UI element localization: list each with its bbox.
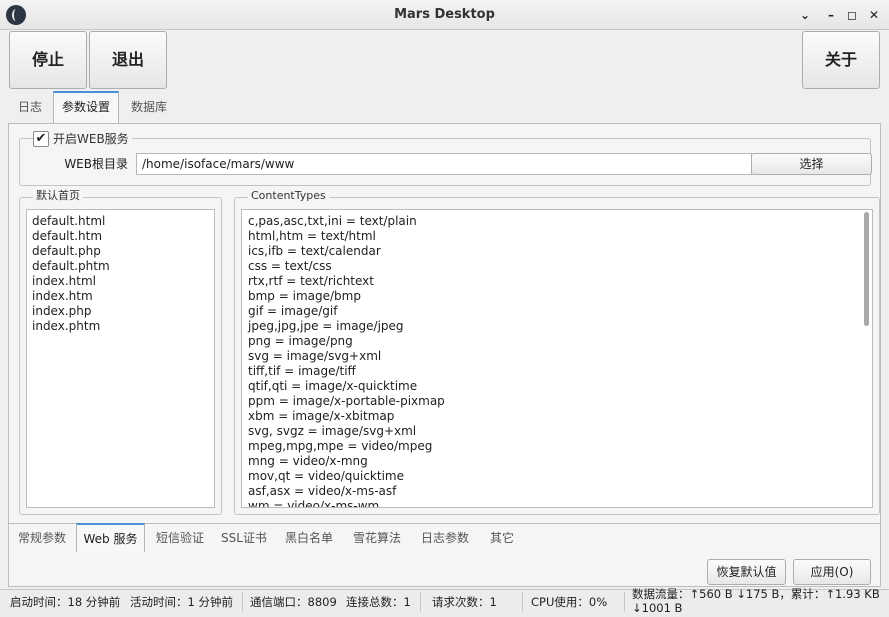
list-item[interactable]: default.html (32, 214, 209, 229)
list-item[interactable]: index.phtm (32, 319, 209, 334)
list-item: xbm = image/x-xbitmap (248, 409, 395, 423)
list-item: wm = video/x-ms-wm (248, 499, 380, 508)
list-item: asf,asx = video/x-ms-asf (248, 484, 397, 498)
list-item[interactable]: default.htm (32, 229, 209, 244)
window-title: Mars Desktop (394, 7, 495, 22)
status-requests: 请求次数：1 (432, 595, 497, 609)
tab-log[interactable]: 日志 (8, 93, 52, 121)
list-item: qtif,qti = image/x-quicktime (248, 379, 418, 393)
tab-blackwhite-list[interactable]: 黑白名单 (278, 524, 340, 552)
tab-database[interactable]: 数据库 (121, 93, 177, 121)
status-traffic: 数据流量：↑560 B ↓175 B，累计：↑1.93 KB (632, 587, 880, 601)
list-item[interactable]: default.php (32, 244, 209, 259)
list-item[interactable]: index.html (32, 274, 209, 289)
default-pages-list[interactable]: default.html default.htm default.php def… (26, 209, 215, 508)
list-item: mov,qt = video/quicktime (248, 469, 404, 483)
list-item: tiff,tif = image/tiff (248, 364, 356, 378)
list-item: png = image/png (248, 334, 353, 348)
tab-settings[interactable]: 参数设置 (53, 91, 119, 123)
maximize-icon[interactable]: ◻ (842, 5, 862, 25)
status-start-time: 启动时间：18 分钟前 (10, 595, 121, 609)
list-item[interactable]: default.phtm (32, 259, 209, 274)
tab-sms[interactable]: 短信验证 (149, 524, 211, 552)
content-types-memo[interactable]: c,pas,asc,txt,ini = text/plain html,htm … (241, 209, 873, 508)
list-item: jpeg,jpg,jpe = image/jpeg (248, 319, 404, 333)
list-item: mng = video/x-mng (248, 454, 368, 468)
status-divider (522, 592, 523, 612)
status-divider (420, 592, 421, 612)
tab-other[interactable]: 其它 (482, 524, 522, 552)
web-root-input[interactable] (136, 153, 752, 175)
restore-defaults-button[interactable]: 恢复默认值 (707, 559, 786, 585)
enable-web-label: 开启WEB服务 (50, 132, 132, 146)
status-cpu: CPU使用：0% (531, 595, 608, 609)
exit-button[interactable]: 退出 (89, 31, 167, 89)
browse-button[interactable]: 选择 (751, 153, 872, 175)
list-item: svg = image/svg+xml (248, 349, 382, 363)
list-item: gif = image/gif (248, 304, 338, 318)
status-connections: 连接总数：1 (346, 595, 411, 609)
list-item: ics,ifb = text/calendar (248, 244, 381, 258)
status-divider (624, 592, 625, 612)
about-button[interactable]: 关于 (802, 31, 880, 89)
tab-web-service[interactable]: Web 服务 (76, 523, 145, 552)
list-item[interactable]: index.php (32, 304, 209, 319)
content-types-legend: ContentTypes (248, 189, 329, 203)
minimize-icon[interactable]: – (821, 5, 841, 25)
list-item: mpeg,mpg,mpe = video/mpeg (248, 439, 433, 453)
status-traffic-cont: ↓1001 B (632, 601, 683, 615)
list-item: ppm = image/x-portable-pixmap (248, 394, 445, 408)
default-pages-legend: 默认首页 (33, 189, 83, 203)
tab-log-params[interactable]: 日志参数 (414, 524, 476, 552)
status-port: 通信端口：8809 (250, 595, 337, 609)
chevron-down-icon[interactable]: ⌄ (795, 5, 815, 25)
close-icon[interactable]: ✕ (864, 5, 884, 25)
stop-button[interactable]: 停止 (9, 31, 87, 89)
list-item[interactable]: index.htm (32, 289, 209, 304)
list-item: css = text/css (248, 259, 332, 273)
status-divider (242, 592, 243, 612)
apply-button[interactable]: 应用(O) (793, 559, 871, 585)
content-types-scrollbar[interactable] (864, 212, 869, 326)
list-item: bmp = image/bmp (248, 289, 361, 303)
list-item: c,pas,asc,txt,ini = text/plain (248, 214, 417, 228)
list-item: rtx,rtf = text/richtext (248, 274, 374, 288)
tab-snowflake[interactable]: 雪花算法 (346, 524, 408, 552)
list-item: svg, svgz = image/svg+xml (248, 424, 417, 438)
status-active-time: 活动时间：1 分钟前 (130, 595, 233, 609)
web-root-label: WEB根目录 (64, 157, 128, 171)
tab-ssl[interactable]: SSL证书 (215, 524, 273, 552)
enable-web-checkbox[interactable]: ✔ (33, 131, 49, 147)
list-item: html,htm = text/html (248, 229, 376, 243)
tab-general[interactable]: 常规参数 (10, 524, 74, 552)
